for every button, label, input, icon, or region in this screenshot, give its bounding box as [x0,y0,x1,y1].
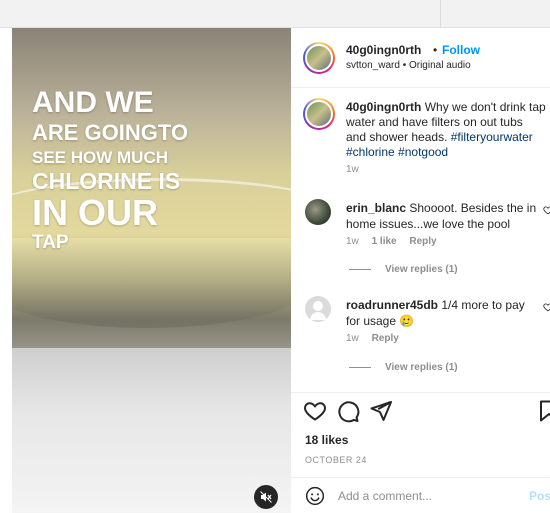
video-overlay-text: AND WE ARE GOINGTO SEE HOW MUCH CHLORINE… [32,86,189,253]
separator-dot: • [433,43,438,57]
follow-button[interactable]: Follow [442,43,480,57]
add-comment-bar: Post [291,477,550,513]
emoji-icon[interactable] [305,486,325,506]
hashtag-link[interactable]: #filteryourwater [451,130,533,144]
view-replies-label: View replies (1) [385,264,458,275]
comment-time[interactable]: 1w [346,236,359,247]
comment-icon[interactable] [336,399,360,423]
share-icon[interactable] [369,399,393,423]
overlay-line: CHLORINE IS [32,168,181,194]
view-replies-label: View replies (1) [385,362,458,373]
add-comment-input[interactable] [338,489,518,503]
overlay-line: AND WE [32,86,154,119]
overlay-line: SEE HOW MUCH [32,148,168,167]
mute-button[interactable] [254,485,278,509]
reply-button[interactable]: Reply [372,333,399,344]
default-avatar-icon[interactable] [305,296,331,322]
divider [349,269,371,270]
overlay-line: TAP [32,232,69,253]
caption-avatar[interactable] [303,98,335,130]
divider [440,0,441,28]
audio-attribution[interactable]: svtton_ward • Original audio [346,60,471,71]
comment-text: erin_blanc Shoooot. Besides the in home … [346,200,541,232]
comment-time[interactable]: 1w [346,333,359,344]
post-date[interactable]: OCTOBER 24 [305,455,367,465]
heart-icon[interactable] [543,302,550,312]
heart-icon[interactable] [543,205,550,215]
comment-likes[interactable]: 1 like [372,236,397,247]
bookmark-icon[interactable] [537,399,550,423]
author-username[interactable]: 40g0ingn0rth [346,43,421,57]
comment-meta: 1w Reply [346,333,409,344]
cloth-background [12,348,291,513]
overlay-line: IN OUR [32,192,158,233]
caption-text: 40g0ingn0rth Why we don't drink tap wate… [346,100,546,160]
hashtag-link[interactable]: #chlorine [346,145,395,159]
post-actions: 18 likes OCTOBER 24 Post [291,392,550,512]
comment-text: roadrunner45db 1/4 more to pay for usage… [346,297,541,329]
commenter-username[interactable]: erin_blanc [346,201,406,215]
commenter-username[interactable]: roadrunner45db [346,298,438,312]
post-header: 40g0ingn0rth • Follow svtton_ward • Orig… [291,28,550,88]
post-comment-button[interactable]: Post [529,489,550,503]
comment-meta: 1w 1 like Reply [346,236,447,247]
heart-icon[interactable] [303,399,327,423]
speaker-muted-icon [260,491,272,503]
browser-top-strip [0,0,550,28]
reply-button[interactable]: Reply [409,236,436,247]
post-side-panel: 40g0ingn0rth • Follow svtton_ward • Orig… [291,28,550,513]
overlay-line: ARE GOINGTO [32,120,189,145]
divider [349,367,371,368]
hashtag-link[interactable]: #notgood [398,145,448,159]
reel-video[interactable]: AND WE ARE GOINGTO SEE HOW MUCH CHLORINE… [12,28,291,513]
author-avatar[interactable] [303,42,335,74]
view-replies-button[interactable]: View replies (1) [349,362,458,373]
likes-count[interactable]: 18 likes [305,433,348,447]
caption-username[interactable]: 40g0ingn0rth [346,100,421,114]
post-dialog: AND WE ARE GOINGTO SEE HOW MUCH CHLORINE… [12,28,550,513]
view-replies-button[interactable]: View replies (1) [349,264,458,275]
commenter-avatar[interactable] [305,199,331,225]
caption-timestamp[interactable]: 1w [346,164,359,175]
